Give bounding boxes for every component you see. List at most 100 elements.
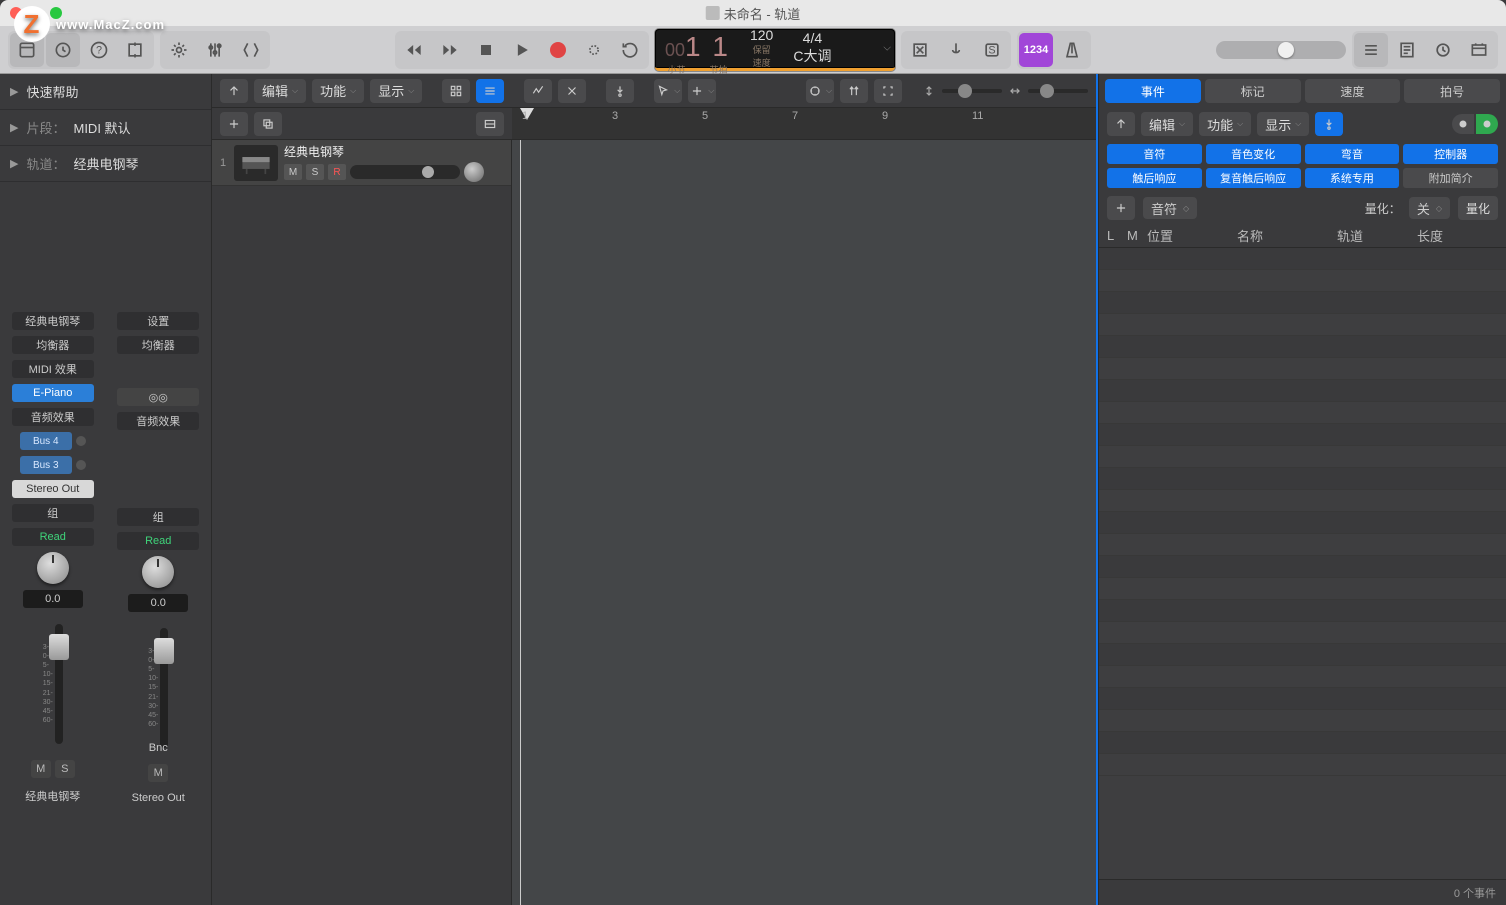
db-value[interactable]: 0.0 [128, 594, 188, 612]
quantize-button[interactable]: 量化 [1458, 196, 1498, 220]
mute-button[interactable]: M [148, 764, 168, 782]
secondary-tool[interactable]: ⌵ [688, 79, 716, 103]
arrange-area[interactable] [512, 140, 1096, 905]
quick-help-disclosure[interactable]: ▶快速帮助 [0, 74, 211, 110]
track-volume[interactable] [350, 165, 460, 179]
track-pan[interactable] [464, 162, 484, 182]
replace-button[interactable] [903, 33, 937, 67]
capture-record-button[interactable] [577, 33, 611, 67]
filter-additional[interactable]: 附加简介 [1403, 168, 1498, 188]
catch-button[interactable] [1315, 112, 1343, 136]
flex-button[interactable] [558, 79, 586, 103]
tab-events[interactable]: 事件 [1105, 79, 1201, 103]
tuner-button[interactable] [939, 33, 973, 67]
quantize-select[interactable]: 关◇ [1409, 197, 1450, 219]
filter-pitchbend[interactable]: 弯音 [1305, 144, 1400, 164]
mixer-button[interactable] [198, 33, 232, 67]
pan-knob[interactable] [142, 556, 174, 588]
loops-button[interactable] [1426, 33, 1460, 67]
record-button[interactable] [541, 33, 575, 67]
pointer-tool[interactable]: ⌵ [654, 79, 682, 103]
stereo-icon-slot[interactable]: ◎◎ [117, 388, 199, 406]
send-bus-1[interactable]: Bus 4 [20, 432, 72, 450]
grid-view-button[interactable] [442, 79, 470, 103]
track-solo[interactable]: S [306, 164, 324, 180]
editors-button[interactable] [234, 33, 268, 67]
edit-menu[interactable]: 编辑⌵ [254, 79, 306, 103]
filter-polyaftertouch[interactable]: 复音触后响应 [1206, 168, 1301, 188]
tab-tempo[interactable]: 速度 [1305, 79, 1401, 103]
audiofx-slot[interactable]: 音频效果 [117, 412, 199, 430]
horizontal-zoom-slider[interactable] [1028, 89, 1088, 93]
audiofx-slot[interactable]: 音频效果 [12, 408, 94, 426]
notepad-button[interactable] [1390, 33, 1424, 67]
add-event-button[interactable] [1107, 196, 1135, 220]
db-value[interactable]: 0.0 [23, 590, 83, 608]
list-editors-button[interactable] [1354, 33, 1388, 67]
metronome-button[interactable] [1055, 33, 1089, 67]
setting-slot[interactable]: 设置 [117, 312, 199, 330]
toolbar-button[interactable] [118, 33, 152, 67]
traffic-minimize[interactable] [30, 7, 42, 19]
catch-button[interactable] [606, 79, 634, 103]
browsers-button[interactable] [1462, 33, 1496, 67]
tab-markers[interactable]: 标记 [1205, 79, 1301, 103]
up-arrow-button[interactable] [1107, 112, 1135, 136]
solo-button[interactable]: S [55, 760, 75, 778]
pan-knob[interactable] [37, 552, 69, 584]
automation-button[interactable] [524, 79, 552, 103]
filter-controller[interactable]: 控制器 [1403, 144, 1498, 164]
traffic-zoom[interactable] [50, 7, 62, 19]
eq-slot[interactable]: 均衡器 [12, 336, 94, 354]
automation-slot[interactable]: Read [117, 532, 199, 550]
global-tracks-button[interactable] [476, 112, 504, 136]
filter-aftertouch[interactable]: 触后响应 [1107, 168, 1202, 188]
solo-button[interactable]: S [975, 33, 1009, 67]
inspector-button[interactable] [46, 33, 80, 67]
filter-sysex[interactable]: 系统专用 [1305, 168, 1400, 188]
edit-menu[interactable]: 编辑⌵ [1141, 112, 1193, 136]
count-in-button[interactable]: 1234 [1019, 33, 1053, 67]
duplicate-track-button[interactable] [254, 112, 282, 136]
automation-slot[interactable]: Read [12, 528, 94, 546]
group-slot[interactable]: 组 [12, 504, 94, 522]
tab-signature[interactable]: 拍号 [1404, 79, 1500, 103]
lcd-display[interactable]: 001 1 小节节拍 120 保留 速度 4/4 C大调 ⌵ [655, 29, 895, 71]
send-bus-2[interactable]: Bus 3 [20, 456, 72, 474]
vertical-zoom-slider[interactable] [942, 89, 1002, 93]
traffic-close[interactable] [10, 7, 22, 19]
snap-button[interactable]: ⌵ [806, 79, 834, 103]
smart-controls-button[interactable] [162, 33, 196, 67]
view-menu[interactable]: 显示⌵ [370, 79, 422, 103]
track-row[interactable]: 1 经典电钢琴 M S R [212, 140, 511, 186]
instrument-slot[interactable]: E-Piano [12, 384, 94, 402]
lcd-menu-chevron[interactable]: ⌵ [883, 43, 891, 54]
functions-menu[interactable]: 功能⌵ [1199, 112, 1251, 136]
group-slot[interactable]: 组 [117, 508, 199, 526]
view-menu[interactable]: 显示⌵ [1257, 112, 1309, 136]
midifx-slot[interactable]: MIDI 效果 [12, 360, 94, 378]
setting-slot[interactable]: 经典电钢琴 [12, 312, 94, 330]
midi-in-toggle[interactable] [1452, 114, 1498, 134]
filter-notes[interactable]: 音符 [1107, 144, 1202, 164]
forward-button[interactable] [433, 33, 467, 67]
filter-progchange[interactable]: 音色变化 [1206, 144, 1301, 164]
instrument-icon[interactable] [234, 145, 278, 181]
stop-button[interactable] [469, 33, 503, 67]
eq-slot[interactable]: 均衡器 [117, 336, 199, 354]
drag-mode-button[interactable] [840, 79, 868, 103]
timeline-ruler[interactable]: 1 3 5 7 9 11 [512, 108, 1096, 139]
play-button[interactable] [505, 33, 539, 67]
mute-button[interactable]: M [31, 760, 51, 778]
output-slot[interactable]: Stereo Out [12, 480, 94, 498]
fit-button[interactable] [874, 79, 902, 103]
list-view-button[interactable] [476, 79, 504, 103]
up-arrow-button[interactable] [220, 79, 248, 103]
track-mute[interactable]: M [284, 164, 302, 180]
master-volume-slider[interactable] [1216, 41, 1346, 59]
add-track-button[interactable] [220, 112, 248, 136]
rewind-button[interactable] [397, 33, 431, 67]
track-disclosure[interactable]: ▶轨道：经典电钢琴 [0, 146, 211, 182]
help-button[interactable]: ? [82, 33, 116, 67]
event-type-select[interactable]: 音符◇ [1143, 197, 1197, 219]
